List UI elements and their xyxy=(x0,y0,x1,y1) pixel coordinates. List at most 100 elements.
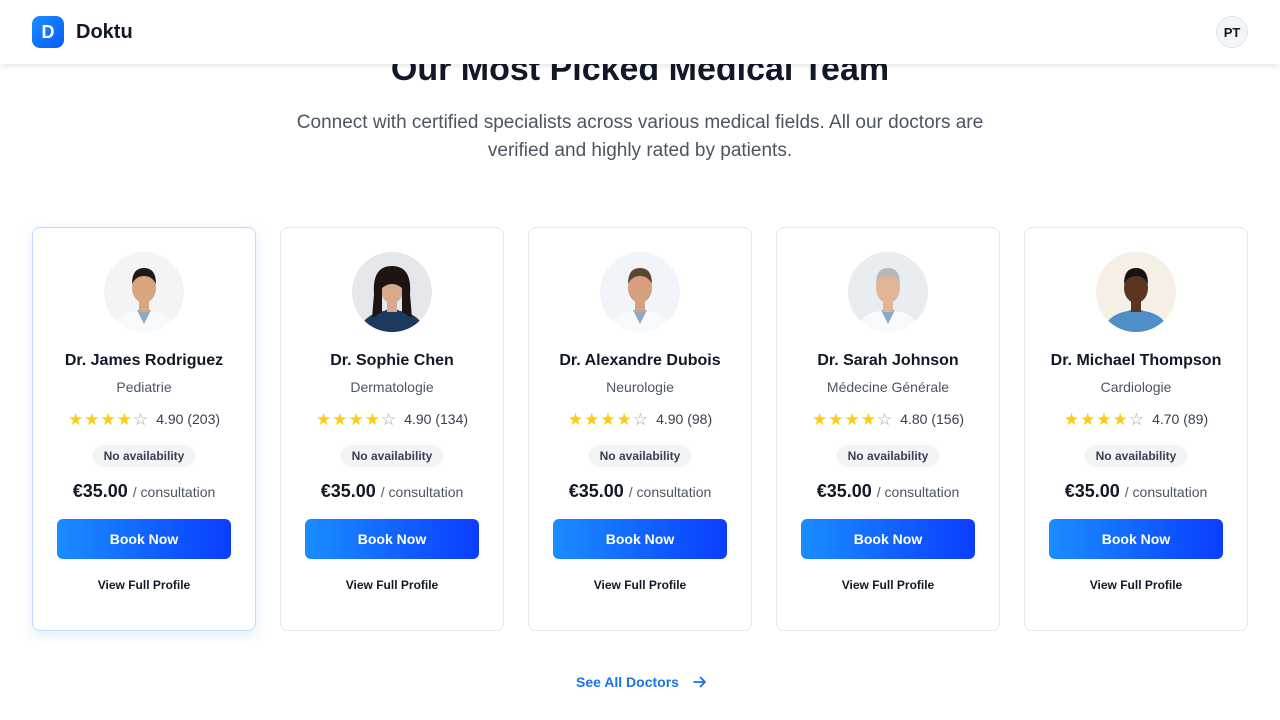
consultation-price: €35.00/ consultation xyxy=(73,481,216,502)
doctor-photo xyxy=(1096,252,1176,332)
arrow-right-icon xyxy=(693,676,706,688)
doctor-card[interactable]: Dr. Alexandre Dubois Neurologie ★ ★ ★ ★ ☆ 4.90 … xyxy=(528,227,752,631)
star-filled-icon: ★ xyxy=(67,409,84,429)
doctor-card[interactable]: Dr. Sarah Johnson Médecine Générale ★ ★ ★ ★ ☆ 4… xyxy=(776,227,1000,631)
rating-value: 4.80 (156) xyxy=(900,411,965,427)
price-unit: / consultation xyxy=(380,484,464,500)
star-empty-icon: ☆ xyxy=(632,409,649,429)
book-now-button[interactable]: Book Now xyxy=(553,519,727,559)
view-full-profile-link[interactable]: View Full Profile xyxy=(1090,578,1182,592)
star-filled-icon: ★ xyxy=(1080,409,1096,429)
rating-stars: ★ ★ ★ ★ ☆ xyxy=(316,411,396,428)
brand-name: Doktu xyxy=(76,20,133,43)
star-filled-icon: ★ xyxy=(860,409,876,429)
doctor-rating: ★ ★ ★ ★ ☆ 4.70 (89) xyxy=(1064,409,1208,429)
book-now-button[interactable]: Book Now xyxy=(305,519,479,559)
book-now-button[interactable]: Book Now xyxy=(57,519,231,559)
doctor-specialty: Pediatrie xyxy=(116,379,172,395)
top-navbar: D Doktu PT xyxy=(0,0,1280,64)
star-filled-icon: ★ xyxy=(567,409,584,429)
book-now-button[interactable]: Book Now xyxy=(1049,519,1223,559)
rating-value: 4.70 (89) xyxy=(1152,411,1209,427)
doctor-name: Dr. Sophie Chen xyxy=(330,352,454,369)
star-filled-icon: ★ xyxy=(1063,409,1080,429)
star-filled-icon: ★ xyxy=(364,409,380,429)
view-full-profile-link[interactable]: View Full Profile xyxy=(594,578,686,592)
star-empty-icon: ☆ xyxy=(1128,409,1145,429)
star-filled-icon: ★ xyxy=(84,409,100,429)
star-filled-icon: ★ xyxy=(1112,409,1128,429)
star-filled-icon: ★ xyxy=(828,409,844,429)
doctor-name: Dr. Sarah Johnson xyxy=(817,352,959,369)
doctor-card[interactable]: Dr. James Rodriguez Pediatrie ★ ★ ★ ★ ☆ 4.90 (2… xyxy=(32,227,256,631)
rating-value: 4.90 (134) xyxy=(404,411,469,427)
star-filled-icon: ★ xyxy=(348,409,364,429)
consultation-price: €35.00/ consultation xyxy=(1065,481,1208,502)
rating-value: 4.90 (98) xyxy=(656,411,713,427)
star-filled-icon: ★ xyxy=(332,409,348,429)
availability-badge: No availability xyxy=(91,445,197,467)
doctor-specialty: Dermatologie xyxy=(350,379,434,395)
star-filled-icon: ★ xyxy=(116,409,132,429)
price-value: €35.00 xyxy=(72,481,128,501)
user-avatar-button[interactable]: PT xyxy=(1216,16,1248,48)
doctor-rating: ★ ★ ★ ★ ☆ 4.90 (203) xyxy=(68,409,220,429)
rating-stars: ★ ★ ★ ★ ☆ xyxy=(68,411,148,428)
brand-logo: D xyxy=(32,16,64,48)
star-empty-icon: ☆ xyxy=(876,409,893,429)
star-filled-icon: ★ xyxy=(616,409,632,429)
doctor-specialty: Cardiologie xyxy=(1100,379,1172,395)
price-unit: / consultation xyxy=(132,484,216,500)
brand-home-link[interactable]: D Doktu xyxy=(32,16,133,48)
availability-badge: No availability xyxy=(587,445,693,467)
star-filled-icon: ★ xyxy=(844,409,860,429)
price-unit: / consultation xyxy=(628,484,712,500)
doctor-name: Dr. Alexandre Dubois xyxy=(559,352,721,369)
availability-badge: No availability xyxy=(1083,445,1189,467)
rating-stars: ★ ★ ★ ★ ☆ xyxy=(812,411,892,428)
star-filled-icon: ★ xyxy=(600,409,616,429)
doctor-photo xyxy=(104,252,184,332)
doctor-specialty: Neurologie xyxy=(606,379,674,395)
price-value: €35.00 xyxy=(568,481,624,501)
see-all-doctors-link[interactable]: See All Doctors xyxy=(576,674,707,690)
availability-badge: No availability xyxy=(339,445,445,467)
view-full-profile-link[interactable]: View Full Profile xyxy=(98,578,190,592)
doctor-specialty: Médecine Générale xyxy=(826,379,950,395)
doctor-rating: ★ ★ ★ ★ ☆ 4.90 (98) xyxy=(568,409,712,429)
consultation-price: €35.00/ consultation xyxy=(569,481,712,502)
doctor-name: Dr. Michael Thompson xyxy=(1050,352,1222,369)
doctor-cards-row: Dr. James Rodriguez Pediatrie ★ ★ ★ ★ ☆ 4.90 (2… xyxy=(32,227,1248,631)
doctor-card[interactable]: Dr. Sophie Chen Dermatologie ★ ★ ★ ★ ☆ 4.90 (13… xyxy=(280,227,504,631)
consultation-price: €35.00/ consultation xyxy=(321,481,464,502)
star-empty-icon: ☆ xyxy=(380,409,397,429)
doctor-rating: ★ ★ ★ ★ ☆ 4.80 (156) xyxy=(812,409,964,429)
star-filled-icon: ★ xyxy=(1096,409,1112,429)
price-unit: / consultation xyxy=(876,484,960,500)
consultation-price: €35.00/ consultation xyxy=(817,481,960,502)
price-value: €35.00 xyxy=(1064,481,1120,501)
star-filled-icon: ★ xyxy=(100,409,116,429)
availability-badge: No availability xyxy=(835,445,941,467)
view-full-profile-link[interactable]: View Full Profile xyxy=(346,578,438,592)
doctor-rating: ★ ★ ★ ★ ☆ 4.90 (134) xyxy=(316,409,468,429)
doctor-photo xyxy=(600,252,680,332)
price-value: €35.00 xyxy=(320,481,376,501)
rating-stars: ★ ★ ★ ★ ☆ xyxy=(568,411,648,428)
star-filled-icon: ★ xyxy=(811,409,828,429)
price-value: €35.00 xyxy=(816,481,872,501)
doctor-photo xyxy=(848,252,928,332)
star-empty-icon: ☆ xyxy=(132,409,149,429)
section-subtitle: Connect with certified specialists acros… xyxy=(296,112,984,161)
star-filled-icon: ★ xyxy=(315,409,332,429)
book-now-button[interactable]: Book Now xyxy=(801,519,975,559)
doctor-card[interactable]: Dr. Michael Thompson Cardiologie ★ ★ ★ ★ ☆ 4.70… xyxy=(1024,227,1248,631)
rating-value: 4.90 (203) xyxy=(156,411,221,427)
price-unit: / consultation xyxy=(1124,484,1208,500)
see-all-doctors-label: See All Doctors xyxy=(576,674,679,690)
view-full-profile-link[interactable]: View Full Profile xyxy=(842,578,934,592)
doctor-photo xyxy=(352,252,432,332)
doctor-name: Dr. James Rodriguez xyxy=(64,352,224,369)
rating-stars: ★ ★ ★ ★ ☆ xyxy=(1064,411,1144,428)
star-filled-icon: ★ xyxy=(584,409,600,429)
